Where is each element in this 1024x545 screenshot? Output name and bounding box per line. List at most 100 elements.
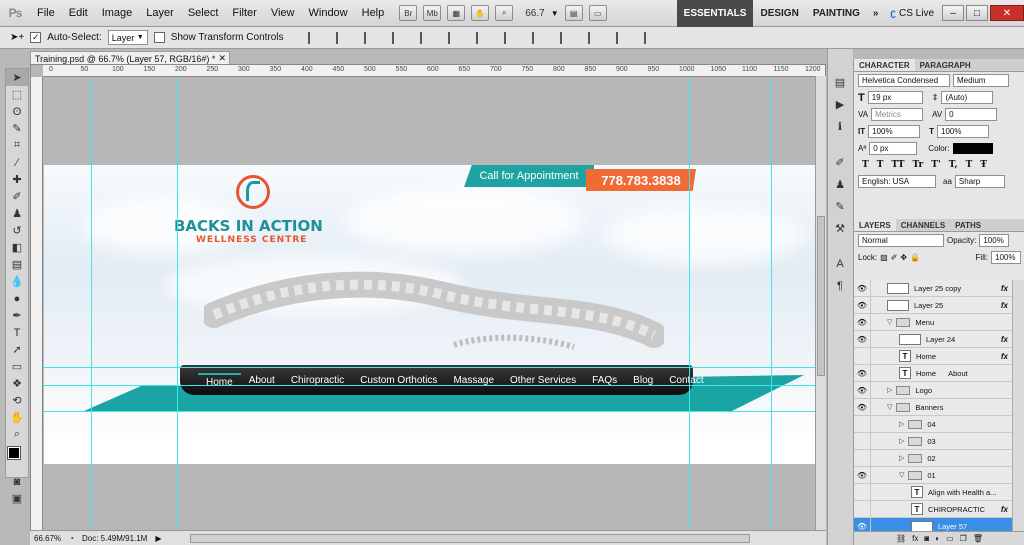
zoom-status[interactable]: 66.67% xyxy=(34,534,61,543)
canvas-artwork[interactable]: BACKS IN ACTION WELLNESS CENTRE Call for… xyxy=(44,165,825,434)
color-swatches[interactable] xyxy=(6,443,28,473)
lock-all-icon[interactable]: 🔒 xyxy=(910,253,920,262)
zoom-level[interactable]: 66.7 xyxy=(525,8,544,19)
blur-tool-icon[interactable]: 💧 xyxy=(6,273,28,290)
layer-row[interactable]: T CHIROPRACTIC fx xyxy=(854,500,1012,518)
guide-line[interactable] xyxy=(43,411,825,412)
character-panel-icon[interactable]: A xyxy=(828,253,852,275)
hand-tool-icon[interactable]: ✋ xyxy=(6,409,28,426)
font-size-field[interactable]: 19 px xyxy=(867,91,923,104)
screen-mode-icon[interactable]: ▭ xyxy=(588,5,607,21)
eye-icon[interactable]: 👁 xyxy=(854,330,871,348)
opacity-field[interactable]: 100% xyxy=(979,234,1010,247)
distribute-bottom-icon[interactable] xyxy=(531,31,546,44)
extras-icon[interactable]: ▦ xyxy=(447,5,466,21)
new-group-icon[interactable]: ▭ xyxy=(946,534,954,543)
clone-stamp-tool-icon[interactable]: ♟ xyxy=(6,205,28,222)
cs-live-button[interactable]: ʗ CS Live xyxy=(884,8,940,19)
leading-field[interactable]: (Auto) xyxy=(941,91,994,104)
lock-position-icon[interactable]: ✥ xyxy=(900,253,907,262)
menu-select[interactable]: Select xyxy=(181,0,226,27)
delete-layer-icon[interactable]: 🗑 xyxy=(973,534,983,543)
lock-pixels-icon[interactable]: ✐ xyxy=(891,253,898,262)
screen-mode-icon[interactable]: ▣ xyxy=(6,490,28,507)
status-menu-icon[interactable]: ▶ xyxy=(155,534,161,543)
fx-icon[interactable]: fx xyxy=(1001,301,1008,310)
auto-align-icon[interactable] xyxy=(643,31,658,44)
text-style-button[interactable]: T, xyxy=(949,160,958,170)
eye-icon[interactable]: 👁 xyxy=(854,296,871,314)
dodge-tool-icon[interactable]: ● xyxy=(6,290,28,307)
distribute-vcenter-icon[interactable] xyxy=(503,31,518,44)
antialias-field[interactable]: Sharp xyxy=(954,175,1005,188)
adjustment-layer-icon[interactable]: ◐ xyxy=(935,534,940,543)
eraser-tool-icon[interactable]: ◧ xyxy=(6,239,28,256)
type-tool-icon[interactable]: T xyxy=(6,324,28,341)
guide-line[interactable] xyxy=(43,367,825,368)
menu-filter[interactable]: Filter xyxy=(225,0,263,27)
quick-mask-icon[interactable]: ◙ xyxy=(6,473,28,490)
distribute-left-icon[interactable] xyxy=(559,31,574,44)
vertical-scrollbar[interactable] xyxy=(815,76,826,531)
move-tool-icon[interactable]: ➤+ xyxy=(10,32,24,43)
eye-icon[interactable] xyxy=(854,449,871,467)
actions-panel-icon[interactable]: ▶ xyxy=(828,93,852,115)
zoom-tool-icon[interactable]: ⌕ xyxy=(495,5,514,21)
new-layer-icon[interactable]: ❐ xyxy=(960,534,967,543)
menu-image[interactable]: Image xyxy=(95,0,140,27)
workspace-painting[interactable]: PAINTING xyxy=(806,0,867,27)
text-style-button[interactable]: Tr xyxy=(912,160,923,170)
hand-icon[interactable]: ✋ xyxy=(471,5,490,21)
brush-tool-icon[interactable]: ✐ xyxy=(6,188,28,205)
eye-icon[interactable]: 👁 xyxy=(854,381,871,399)
layer-row[interactable]: 👁 ▽ Menu xyxy=(854,313,1012,331)
layer-mask-icon[interactable]: ◙ xyxy=(924,534,929,543)
menu-view[interactable]: View xyxy=(264,0,302,27)
menu-edit[interactable]: Edit xyxy=(62,0,95,27)
workspace-essentials[interactable]: ESSENTIALS xyxy=(676,0,754,27)
more-workspaces-button[interactable]: » xyxy=(867,0,885,27)
fx-icon[interactable]: fx xyxy=(1001,352,1008,361)
guide-line[interactable] xyxy=(771,77,772,530)
brush-panel-icon[interactable]: ✎ xyxy=(828,195,852,217)
layers-scrollbar[interactable] xyxy=(1012,280,1024,532)
horizontal-scale-field[interactable]: 100% xyxy=(937,125,989,138)
lasso-tool-icon[interactable]: ʘ xyxy=(6,103,28,120)
mini-bridge-button[interactable]: Mb xyxy=(423,5,442,21)
layer-row[interactable]: 👁 Layer 24 fx xyxy=(854,330,1012,348)
layer-style-icon[interactable]: fx xyxy=(912,534,918,543)
auto-select-dropdown[interactable]: Layer ▼ xyxy=(107,30,148,45)
clone-source-icon[interactable]: ♟ xyxy=(828,173,852,195)
text-style-button[interactable]: Ŧ xyxy=(980,160,987,170)
fx-icon[interactable]: fx xyxy=(1001,335,1008,344)
close-button[interactable]: ✕ xyxy=(990,5,1024,21)
tab-character[interactable]: CHARACTER xyxy=(854,59,915,71)
tracking-field[interactable]: 0 xyxy=(945,108,998,121)
menu-help[interactable]: Help xyxy=(355,0,392,27)
layer-row[interactable]: 👁 ▽ 01 xyxy=(854,466,1012,484)
pen-tool-icon[interactable]: ✒ xyxy=(6,307,28,324)
align-bottom-icon[interactable] xyxy=(363,31,378,44)
arrange-icon[interactable]: ▤ xyxy=(564,5,583,21)
language-field[interactable]: English: USA xyxy=(858,175,936,188)
menu-file[interactable]: File xyxy=(30,0,62,27)
fx-icon[interactable]: fx xyxy=(1001,505,1008,514)
paragraph-panel-icon[interactable]: ¶ xyxy=(828,275,852,297)
baseline-shift-field[interactable]: 0 px xyxy=(869,142,918,155)
align-hcenter-icon[interactable] xyxy=(419,31,434,44)
crop-tool-icon[interactable]: ⌗ xyxy=(6,137,28,154)
path-select-tool-icon[interactable]: ➚ xyxy=(6,341,28,358)
eye-icon[interactable]: 👁 xyxy=(854,466,871,484)
eye-icon[interactable] xyxy=(854,500,871,518)
text-color-swatch[interactable] xyxy=(952,143,993,154)
vertical-ruler[interactable] xyxy=(31,77,43,530)
tab-paragraph[interactable]: PARAGRAPH xyxy=(915,59,976,71)
eye-icon[interactable]: 👁 xyxy=(854,398,871,416)
chevron-down-icon[interactable]: ▼ xyxy=(551,9,559,18)
layer-row[interactable]: 👁 Layer 25 copy fx xyxy=(854,279,1012,297)
guide-line[interactable] xyxy=(91,77,92,530)
layer-row[interactable]: 👁 ▽ Banners xyxy=(854,398,1012,416)
fill-field[interactable]: 100% xyxy=(991,251,1021,264)
distribute-top-icon[interactable] xyxy=(475,31,490,44)
close-tab-icon[interactable]: ✕ xyxy=(218,53,226,64)
